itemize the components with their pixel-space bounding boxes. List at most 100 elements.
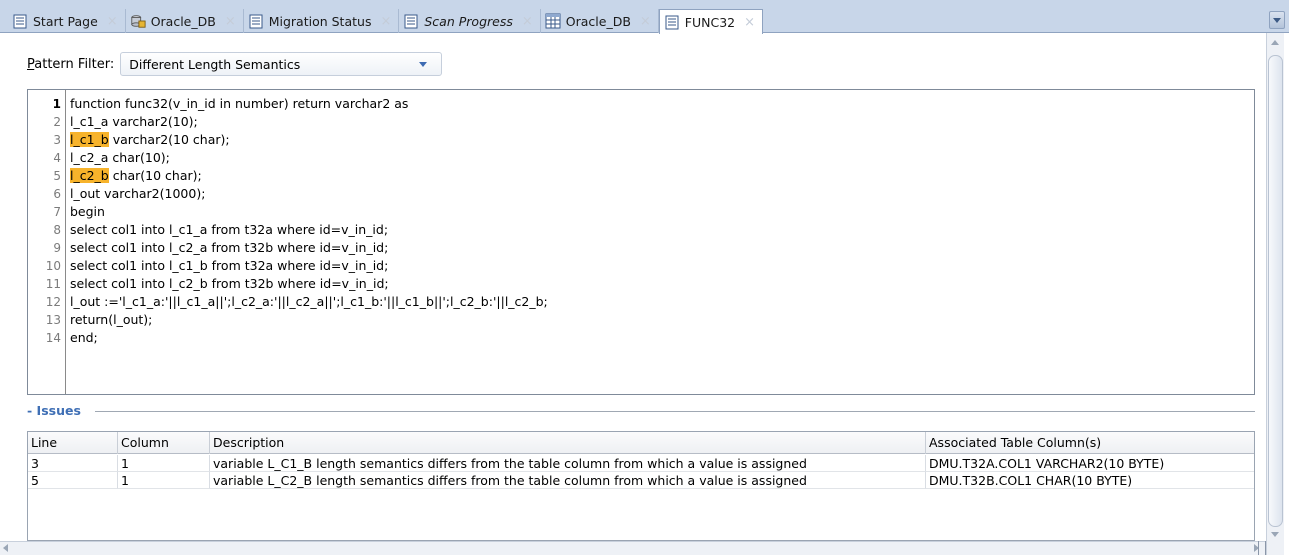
tab-migration-status[interactable]: Migration Status × bbox=[244, 9, 400, 33]
collapse-dash-icon[interactable]: - bbox=[27, 403, 37, 418]
scroll-down-arrow-icon[interactable] bbox=[1270, 530, 1280, 540]
pattern-filter-select[interactable]: Different Length Semantics bbox=[120, 52, 443, 76]
code-text: l_c2_a char(10); bbox=[70, 150, 170, 165]
cell-description: variable L_C2_B length semantics differs… bbox=[210, 472, 926, 489]
line-number: 14 bbox=[45, 331, 61, 345]
cell-column: 1 bbox=[118, 472, 210, 489]
horizontal-scrollbar[interactable] bbox=[0, 541, 1266, 555]
document-icon bbox=[12, 13, 28, 29]
tab-oracle-db-table[interactable]: Oracle_DB × bbox=[541, 9, 659, 33]
cell-description: variable L_C1_B length semantics differs… bbox=[210, 455, 926, 472]
tab-label: Oracle_DB bbox=[150, 13, 216, 29]
tab-start-page[interactable]: Start Page × bbox=[8, 9, 126, 33]
cell-line: 5 bbox=[28, 472, 118, 489]
tab-label: Oracle_DB bbox=[565, 13, 631, 29]
code-line: l_out :='l_c1_a:'||l_c1_a||';l_c2_a:'||l… bbox=[70, 293, 548, 311]
code-line: return(l_out); bbox=[70, 311, 152, 329]
vertical-scrollbar-thumb[interactable] bbox=[1268, 55, 1283, 527]
close-icon[interactable]: × bbox=[380, 14, 391, 29]
close-icon[interactable]: × bbox=[522, 14, 533, 29]
code-line: select col1 into l_c2_b from t32b where … bbox=[70, 275, 389, 293]
code-text: select col1 into l_c2_a from t32b where … bbox=[70, 240, 389, 255]
table-row[interactable]: 5 1 variable L_C2_B length semantics dif… bbox=[28, 472, 1254, 489]
tab-list-dropdown-button[interactable] bbox=[1269, 11, 1285, 29]
editor-tab-strip: Start Page × Oracle_DB × Migration Statu… bbox=[0, 0, 1289, 34]
code-text: function func32(v_in_id in number) retur… bbox=[70, 96, 409, 111]
database-connection-icon bbox=[130, 13, 146, 29]
document-icon bbox=[664, 14, 680, 30]
document-icon bbox=[248, 13, 264, 29]
line-number: 8 bbox=[53, 223, 61, 237]
table-row[interactable]: 3 1 variable L_C1_B length semantics dif… bbox=[28, 455, 1254, 472]
column-header-associated-table-columns[interactable]: Associated Table Column(s) bbox=[926, 432, 1254, 454]
scrollbar-corner bbox=[1258, 541, 1266, 555]
code-line: end; bbox=[70, 329, 98, 347]
line-number: 3 bbox=[53, 133, 61, 147]
line-number: 7 bbox=[53, 205, 61, 219]
code-line: l_c2_b char(10 char); bbox=[70, 167, 202, 185]
cell-associated-column: DMU.T32A.COL1 VARCHAR2(10 BYTE) bbox=[926, 455, 1254, 472]
tab-func32[interactable]: FUNC32 × bbox=[658, 9, 764, 34]
code-text: varchar2(10 char); bbox=[108, 132, 230, 147]
pattern-filter-row: Pattern Filter: Different Length Semanti… bbox=[27, 52, 443, 76]
issues-section-title: - Issues bbox=[27, 403, 81, 418]
section-divider bbox=[95, 411, 1255, 412]
code-line: function func32(v_in_id in number) retur… bbox=[70, 95, 408, 113]
code-text: select col1 into l_c1_b from t32a where … bbox=[70, 258, 389, 273]
column-header-line[interactable]: Line bbox=[28, 432, 118, 454]
code-text: l_out :='l_c1_a:'||l_c1_a||';l_c2_a:'||l… bbox=[70, 294, 548, 309]
tab-oracle-db-connection[interactable]: Oracle_DB × bbox=[126, 9, 244, 33]
line-number: 4 bbox=[53, 151, 61, 165]
pattern-filter-value: Different Length Semantics bbox=[129, 56, 301, 72]
code-text: l_out varchar2(1000); bbox=[70, 186, 206, 201]
code-text: begin bbox=[70, 204, 105, 219]
pattern-filter-label: Pattern Filter: bbox=[27, 57, 114, 72]
tab-label: Migration Status bbox=[268, 13, 372, 29]
column-header-description[interactable]: Description bbox=[210, 432, 926, 454]
tab-label: FUNC32 bbox=[684, 14, 736, 30]
cell-line: 3 bbox=[28, 455, 118, 472]
line-number: 5 bbox=[53, 169, 61, 183]
table-grid-icon bbox=[545, 13, 561, 29]
code-text: return(l_out); bbox=[70, 312, 153, 327]
close-icon[interactable]: × bbox=[640, 14, 651, 29]
tab-label: Scan Progress bbox=[424, 13, 513, 29]
tab-label: Start Page bbox=[33, 13, 98, 29]
code-line: l_c2_a char(10); bbox=[70, 149, 170, 167]
line-number: 1 bbox=[52, 97, 61, 111]
code-line: select col1 into l_c2_a from t32b where … bbox=[70, 239, 388, 257]
cell-column: 1 bbox=[118, 455, 210, 472]
line-number: 10 bbox=[45, 259, 61, 273]
line-number: 12 bbox=[45, 295, 61, 309]
column-header-column[interactable]: Column bbox=[118, 432, 210, 454]
close-icon[interactable]: × bbox=[744, 15, 755, 30]
issues-table: Line Column Description Associated Table… bbox=[27, 431, 1255, 541]
scroll-up-arrow-icon[interactable] bbox=[1270, 38, 1280, 48]
pattern-filter-label-text: attern Filter: bbox=[34, 56, 115, 72]
code-line: select col1 into l_c1_a from t32a where … bbox=[70, 221, 388, 239]
close-icon[interactable]: × bbox=[107, 14, 118, 29]
code-line: begin bbox=[70, 203, 105, 221]
close-icon[interactable]: × bbox=[225, 14, 236, 29]
line-number: 2 bbox=[53, 115, 61, 129]
code-line: l_c1_b varchar2(10 char); bbox=[70, 131, 230, 149]
line-number: 11 bbox=[45, 277, 61, 291]
issues-table-header: Line Column Description Associated Table… bbox=[28, 432, 1254, 454]
line-number: 6 bbox=[53, 187, 61, 201]
highlighted-identifier: l_c1_b bbox=[70, 132, 109, 147]
code-text: end; bbox=[70, 330, 98, 345]
tab-scan-progress[interactable]: Scan Progress × bbox=[399, 9, 541, 33]
line-number: 13 bbox=[45, 313, 61, 327]
code-line: l_c1_a varchar2(10); bbox=[70, 113, 198, 131]
code-text: select col1 into l_c2_b from t32b where … bbox=[70, 276, 389, 291]
chevron-down-icon bbox=[419, 62, 428, 67]
highlighted-identifier: l_c2_b bbox=[70, 168, 109, 183]
code-text: char(10 char); bbox=[108, 168, 202, 183]
cell-associated-column: DMU.T32B.COL1 CHAR(10 BYTE) bbox=[926, 472, 1254, 489]
scroll-left-arrow-icon[interactable] bbox=[2, 544, 10, 552]
code-line: l_out varchar2(1000); bbox=[70, 185, 205, 203]
document-icon bbox=[403, 13, 419, 29]
line-number: 9 bbox=[53, 241, 61, 255]
code-text: l_c1_a varchar2(10); bbox=[70, 114, 198, 129]
code-editor[interactable]: 1 2 3 4 5 6 7 8 9 10 11 12 13 14 functio… bbox=[27, 89, 1255, 395]
